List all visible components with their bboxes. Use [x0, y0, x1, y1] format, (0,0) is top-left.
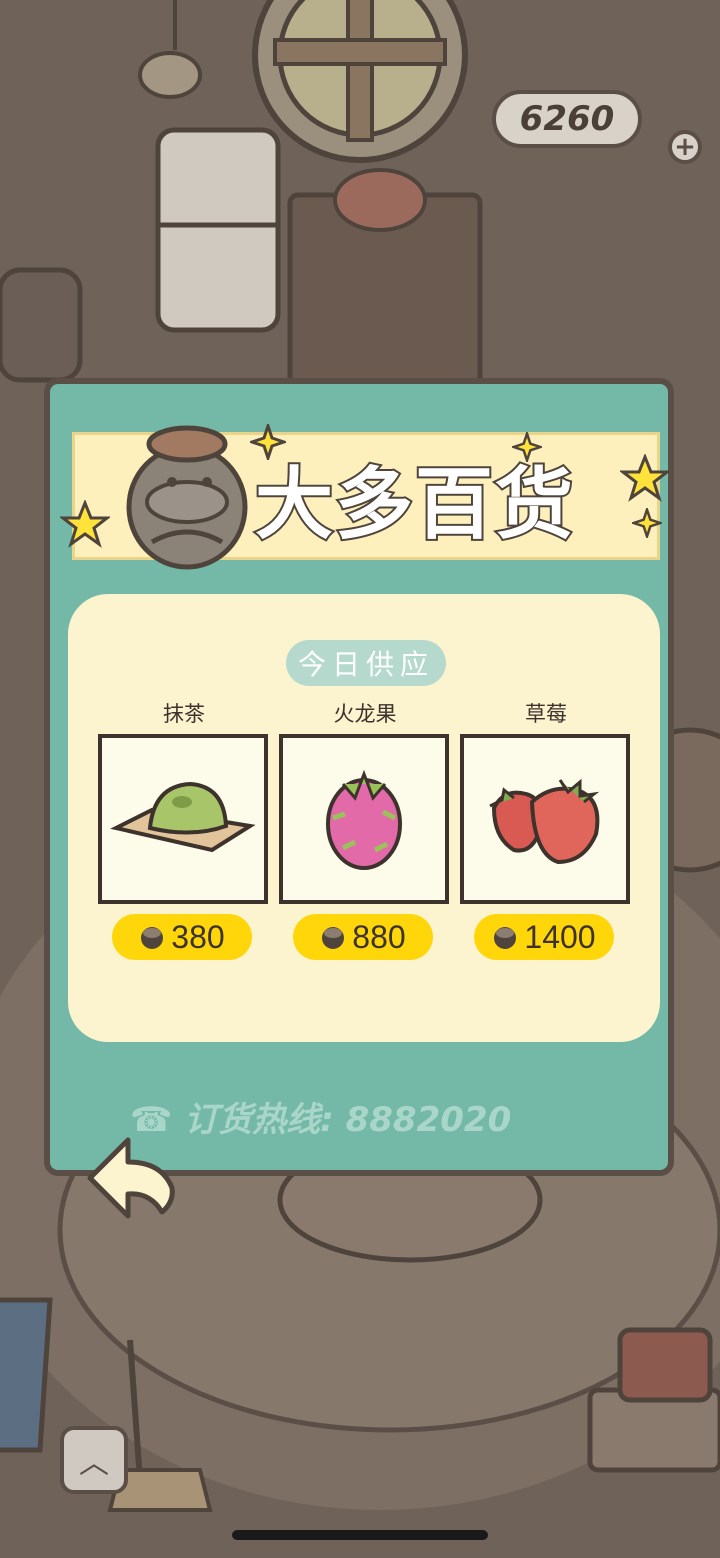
- price-tag-matcha[interactable]: 380: [112, 914, 252, 960]
- acorn-currency-counter: 6260: [492, 90, 642, 148]
- shop-item-matcha[interactable]: 抹茶: [98, 698, 270, 904]
- shop-title: 大多百货: [253, 458, 576, 552]
- star-icon: [620, 454, 670, 502]
- shopkeeper-mascot-icon: [126, 425, 248, 570]
- sparkle-icon: [632, 508, 662, 538]
- plus-icon: +: [674, 132, 696, 162]
- acorn-coin-icon: [141, 927, 164, 949]
- star-icon: [60, 500, 110, 548]
- matcha-icon: [110, 781, 256, 853]
- order-hotline: ☎ 订货热线: 8882020: [130, 1092, 511, 1141]
- back-arrow-icon[interactable]: [84, 1132, 180, 1228]
- shop-item-dragon-fruit[interactable]: 火龙果: [279, 698, 451, 904]
- dragon-fruit-icon: [326, 769, 402, 870]
- daily-supply-label: 今日供应: [286, 640, 446, 686]
- item-name: 火龙果: [333, 702, 397, 726]
- hotline-text: 订货热线: 8882020: [184, 1100, 512, 1140]
- chevron-up-icon: ︿: [79, 1446, 109, 1481]
- item-name: 抹茶: [163, 702, 205, 726]
- price-value: 880: [352, 918, 406, 955]
- acorn-coin-icon: [322, 927, 345, 949]
- acorn-coin-icon: [494, 927, 517, 949]
- price-tag-dragon-fruit[interactable]: 880: [293, 914, 433, 960]
- price-value: 1400: [524, 918, 596, 955]
- strawberry-icon: [489, 778, 600, 865]
- home-indicator[interactable]: [232, 1530, 488, 1540]
- currency-value: 6260: [519, 99, 615, 139]
- item-image-frame: [460, 734, 630, 904]
- price-tag-strawberry[interactable]: 1400: [474, 914, 614, 960]
- add-currency-button[interactable]: +: [668, 130, 702, 164]
- item-image-frame: [279, 734, 449, 904]
- price-value: 380: [171, 918, 225, 955]
- item-image-frame: [98, 734, 268, 904]
- shop-item-strawberry[interactable]: 草莓: [460, 698, 632, 904]
- expand-up-button[interactable]: ︿: [60, 1426, 128, 1494]
- item-name: 草莓: [525, 702, 567, 726]
- shop-panel: 大多百货 今日供应 抹茶 380 火龙果 880 草莓 1400: [44, 378, 674, 1176]
